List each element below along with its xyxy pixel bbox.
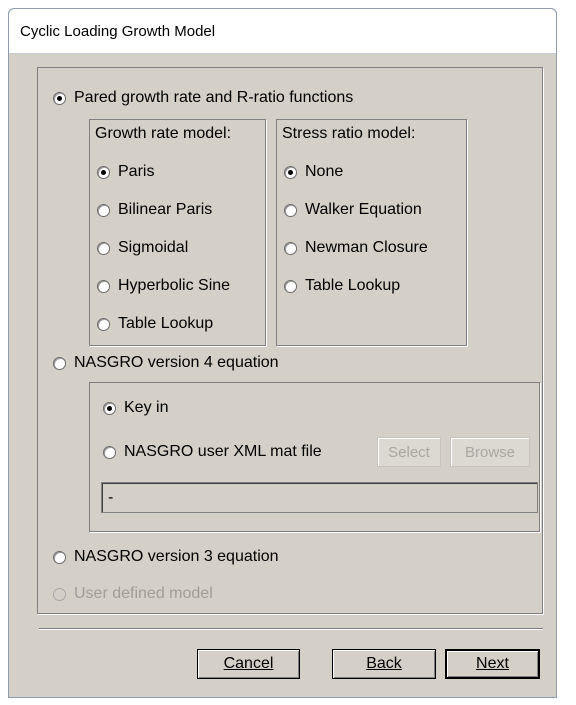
- window-title: Cyclic Loading Growth Model: [20, 23, 216, 40]
- pared-option[interactable]: Pared growth rate and R-ratio functions: [53, 88, 353, 108]
- cancel-label: Cancel: [223, 655, 274, 672]
- browse-button[interactable]: Browse: [450, 437, 530, 467]
- stress-option-walker[interactable]: Walker Equation: [284, 200, 422, 220]
- title-bar: Cyclic Loading Growth Model: [9, 9, 556, 54]
- dialog-window: Cyclic Loading Growth Model Pared growth…: [8, 8, 557, 698]
- nasgro4-option[interactable]: NASGRO version 4 equation: [53, 353, 279, 373]
- stress-table-lookup-radio[interactable]: [284, 279, 297, 293]
- stress-option-none[interactable]: None: [284, 162, 343, 182]
- bilinear-paris-radio[interactable]: [97, 203, 110, 217]
- none-radio[interactable]: [284, 165, 297, 179]
- growth-option-table-lookup[interactable]: Table Lookup: [97, 314, 213, 334]
- xml-file-radio[interactable]: [103, 445, 116, 459]
- user-defined-label: User defined model: [74, 585, 213, 602]
- nasgro3-radio[interactable]: [53, 550, 66, 564]
- nasgro3-label: NASGRO version 3 equation: [74, 548, 279, 565]
- select-button[interactable]: Select: [377, 437, 441, 467]
- option-label: None: [305, 163, 344, 180]
- growth-option-hyperbolic-sine[interactable]: Hyperbolic Sine: [97, 276, 230, 296]
- xml-file-option[interactable]: NASGRO user XML mat file: [103, 442, 322, 462]
- growth-option-paris[interactable]: Paris: [97, 162, 154, 182]
- option-label: Walker Equation: [305, 201, 422, 218]
- stress-option-newman[interactable]: Newman Closure: [284, 238, 428, 258]
- walker-radio[interactable]: [284, 203, 297, 217]
- stress-ratio-title: Stress ratio model:: [282, 125, 416, 142]
- next-button[interactable]: Next: [445, 649, 540, 679]
- newman-radio[interactable]: [284, 241, 297, 255]
- back-label: Back: [366, 655, 402, 672]
- paris-radio[interactable]: [97, 165, 110, 179]
- option-label: Newman Closure: [305, 239, 428, 256]
- next-label: Next: [476, 655, 509, 672]
- option-label: Sigmoidal: [118, 239, 189, 256]
- back-button[interactable]: Back: [332, 649, 436, 679]
- growth-option-bilinear-paris[interactable]: Bilinear Paris: [97, 200, 212, 220]
- xml-file-label: NASGRO user XML mat file: [124, 443, 322, 460]
- sigmoidal-radio[interactable]: [97, 241, 110, 255]
- user-defined-radio[interactable]: [53, 587, 66, 601]
- nasgro4-radio[interactable]: [53, 356, 66, 370]
- pared-radio[interactable]: [53, 91, 66, 105]
- pared-label: Pared growth rate and R-ratio functions: [74, 89, 354, 106]
- xml-file-path-field[interactable]: -: [101, 482, 538, 513]
- option-label: Bilinear Paris: [118, 201, 213, 218]
- footer-separator: [39, 628, 543, 630]
- nasgro3-option[interactable]: NASGRO version 3 equation: [53, 547, 279, 567]
- option-label: Table Lookup: [305, 277, 401, 294]
- option-label: Table Lookup: [118, 315, 214, 332]
- growth-option-sigmoidal[interactable]: Sigmoidal: [97, 238, 188, 258]
- key-in-label: Key in: [124, 399, 169, 416]
- user-defined-option[interactable]: User defined model: [53, 584, 213, 604]
- stress-option-table-lookup[interactable]: Table Lookup: [284, 276, 400, 296]
- hyperbolic-sine-radio[interactable]: [97, 279, 110, 293]
- growth-table-lookup-radio[interactable]: [97, 317, 110, 331]
- key-in-option[interactable]: Key in: [103, 398, 168, 418]
- nasgro4-label: NASGRO version 4 equation: [74, 354, 279, 371]
- stress-ratio-group: [276, 119, 467, 346]
- key-in-radio[interactable]: [103, 401, 116, 415]
- option-label: Hyperbolic Sine: [118, 277, 231, 294]
- cancel-button[interactable]: Cancel: [197, 649, 300, 679]
- option-label: Paris: [118, 163, 155, 180]
- growth-rate-title: Growth rate model:: [95, 125, 232, 142]
- growth-rate-group: [89, 119, 266, 346]
